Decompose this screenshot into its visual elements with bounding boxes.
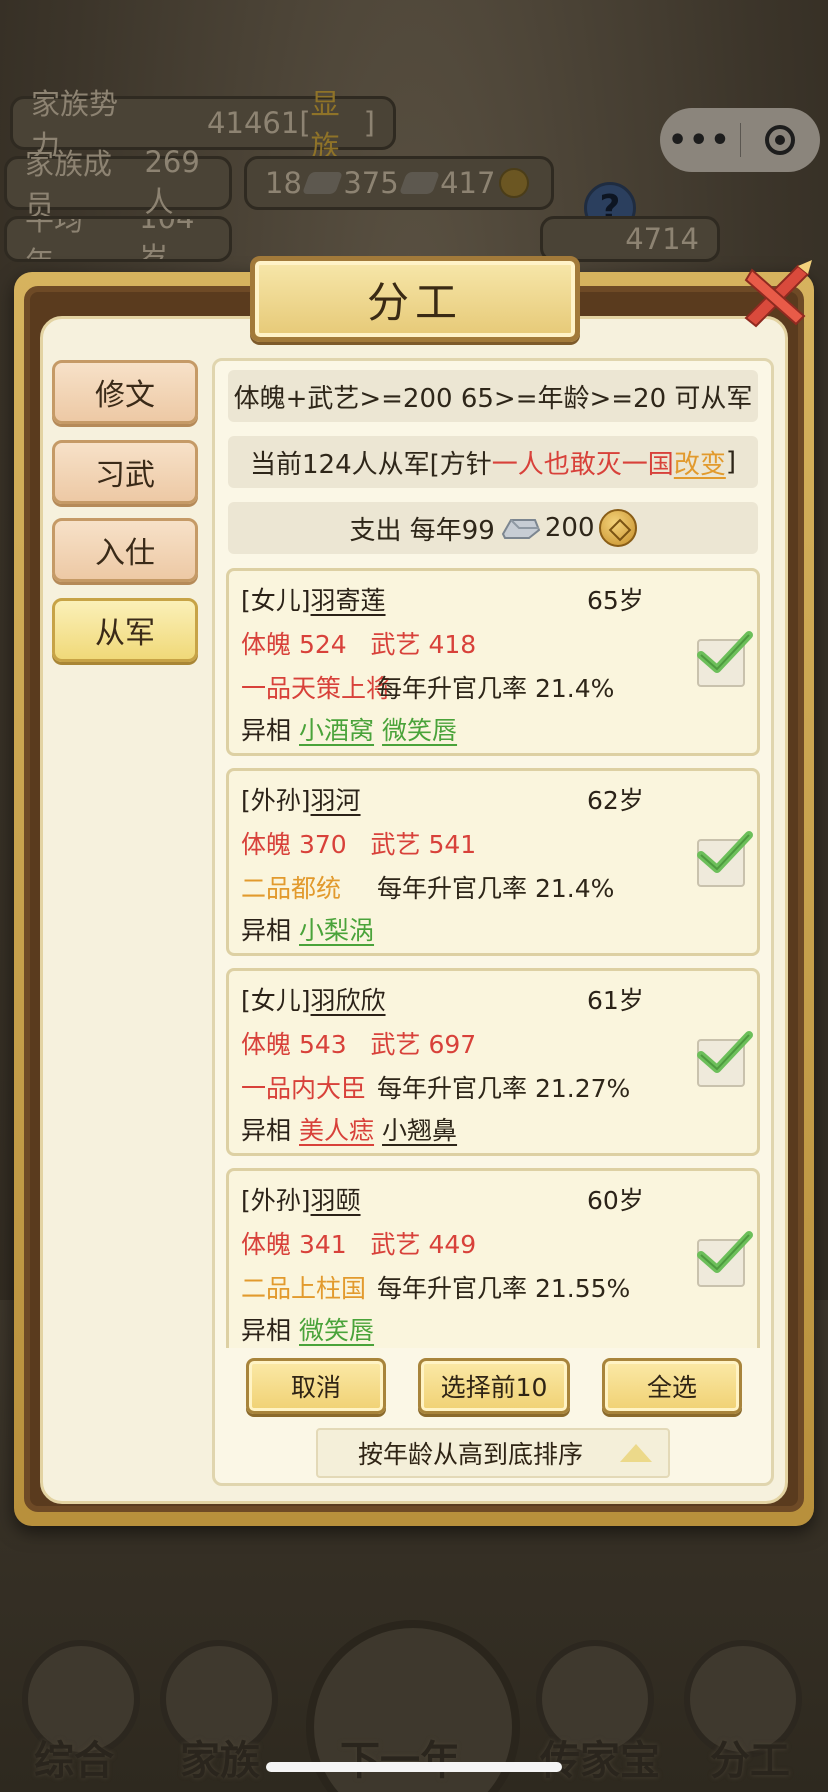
gold-ingot-icon — [301, 172, 344, 194]
nav-label-division[interactable]: 分工 — [710, 1728, 790, 1786]
member-age: 60岁 — [587, 1186, 644, 1215]
trait-tag[interactable]: 微笑唇 — [299, 1316, 374, 1345]
select-top10-button[interactable]: 选择前10 — [418, 1358, 570, 1414]
coin-icon — [499, 168, 529, 198]
checkmark-icon — [697, 1031, 753, 1073]
trait-tag[interactable]: 小梨涡 — [299, 916, 374, 945]
trait-tag[interactable]: 美人痣 — [299, 1116, 374, 1145]
policy-name: 一人也敢灭一国 — [491, 449, 674, 480]
checkmark-icon — [697, 831, 753, 873]
member-checkbox[interactable] — [697, 1031, 753, 1087]
promotion-rate: 每年升官几率 21.27% — [377, 1074, 631, 1103]
member-name[interactable]: 羽欣欣 — [311, 986, 386, 1015]
trait-tag[interactable]: 小翘鼻 — [382, 1116, 457, 1145]
sort-order-button[interactable]: 按年龄从高到底排序 — [316, 1428, 670, 1478]
promotion-rate: 每年升官几率 21.55% — [377, 1274, 631, 1303]
member-card[interactable]: [女儿]羽欣欣 61岁 体魄 543 武艺 697 一品内大臣 每年升官几率 2… — [226, 968, 760, 1156]
member-name[interactable]: 羽颐 — [311, 1186, 361, 1215]
sort-label: 按年龄从高到底排序 — [358, 1440, 584, 1469]
status-bar: 当前124人从军[方针 一人也敢灭一国 改变] — [228, 436, 758, 488]
target-icon[interactable] — [741, 125, 821, 155]
member-rank: 二品上柱国 — [241, 1274, 367, 1303]
member-card[interactable]: [女儿]羽寄莲 65岁 体魄 524 武艺 418 一品天策上将 每年升官几率 … — [226, 568, 760, 756]
home-indicator — [266, 1762, 562, 1772]
member-name[interactable]: 羽寄莲 — [311, 586, 386, 615]
cancel-button[interactable]: 取消 — [246, 1358, 386, 1414]
nav-label-family[interactable]: 家族 — [180, 1728, 260, 1786]
sort-triangle-icon — [620, 1444, 652, 1462]
row3-left-pill: 平均年 104岁 — [4, 216, 232, 262]
member-card[interactable]: [外孙]羽颐 60岁 体魄 341 武艺 449 二品上柱国 每年升官几率 21… — [226, 1168, 760, 1348]
tab-military[interactable]: 从军 — [52, 598, 198, 662]
member-rank: 一品天策上将 — [241, 674, 392, 703]
member-list[interactable]: [女儿]羽寄莲 65岁 体魄 524 武艺 418 一品天策上将 每年升官几率 … — [226, 568, 760, 1348]
modal-title-plaque: 分工 — [250, 256, 580, 342]
trait-tag[interactable]: 小酒窝 — [299, 716, 374, 745]
miniprogram-capsule: ••• — [660, 108, 820, 172]
tab-officialdom[interactable]: 入仕 — [52, 518, 198, 582]
member-checkbox[interactable] — [697, 831, 753, 887]
nav-label-heirloom[interactable]: 传家宝 — [540, 1728, 660, 1786]
checkmark-icon — [697, 1231, 753, 1273]
tab-literature[interactable]: 修文 — [52, 360, 198, 424]
close-icon[interactable] — [738, 256, 814, 332]
tab-martial[interactable]: 习武 — [52, 440, 198, 504]
member-checkbox[interactable] — [697, 1231, 753, 1287]
silver-ingot-icon — [398, 172, 441, 194]
requirement-bar: 体魄+武艺>=200 65>=年龄>=20 可从军 — [228, 370, 758, 422]
promotion-rate: 每年升官几率 21.4% — [377, 674, 615, 703]
silver-ingot-icon — [501, 519, 541, 539]
member-rank: 二品都统 — [241, 874, 342, 903]
member-card[interactable]: [外孙]羽河 62岁 体魄 370 武艺 541 二品都统 每年升官几率 21.… — [226, 768, 760, 956]
nav-label-overview[interactable]: 综合 — [34, 1728, 114, 1786]
expense-bar: 支出 每年99 200 — [228, 502, 758, 554]
member-age: 62岁 — [587, 786, 644, 815]
resources-pill: 18 375 417 — [244, 156, 554, 210]
requirement-text: 体魄+武艺>=200 65>=年龄>=20 可从军 — [233, 383, 753, 414]
member-age: 61岁 — [587, 986, 644, 1015]
promotion-rate: 每年升官几率 21.4% — [377, 874, 615, 903]
more-dots-icon[interactable]: ••• — [660, 123, 740, 158]
family-members-pill: 家族成员 269人 — [4, 145, 232, 223]
coin-icon — [598, 509, 637, 547]
change-policy-link[interactable]: 改变 — [674, 444, 726, 481]
member-name[interactable]: 羽河 — [311, 786, 361, 815]
trait-tag[interactable]: 微笑唇 — [382, 716, 457, 745]
member-checkbox[interactable] — [697, 631, 753, 687]
nav-label-next-year[interactable]: 下一年 — [340, 1728, 460, 1786]
member-rank: 一品内大臣 — [241, 1074, 367, 1103]
select-all-button[interactable]: 全选 — [602, 1358, 742, 1414]
checkmark-icon — [697, 631, 753, 673]
modal-title: 分工 — [366, 277, 463, 327]
member-age: 65岁 — [587, 586, 644, 615]
